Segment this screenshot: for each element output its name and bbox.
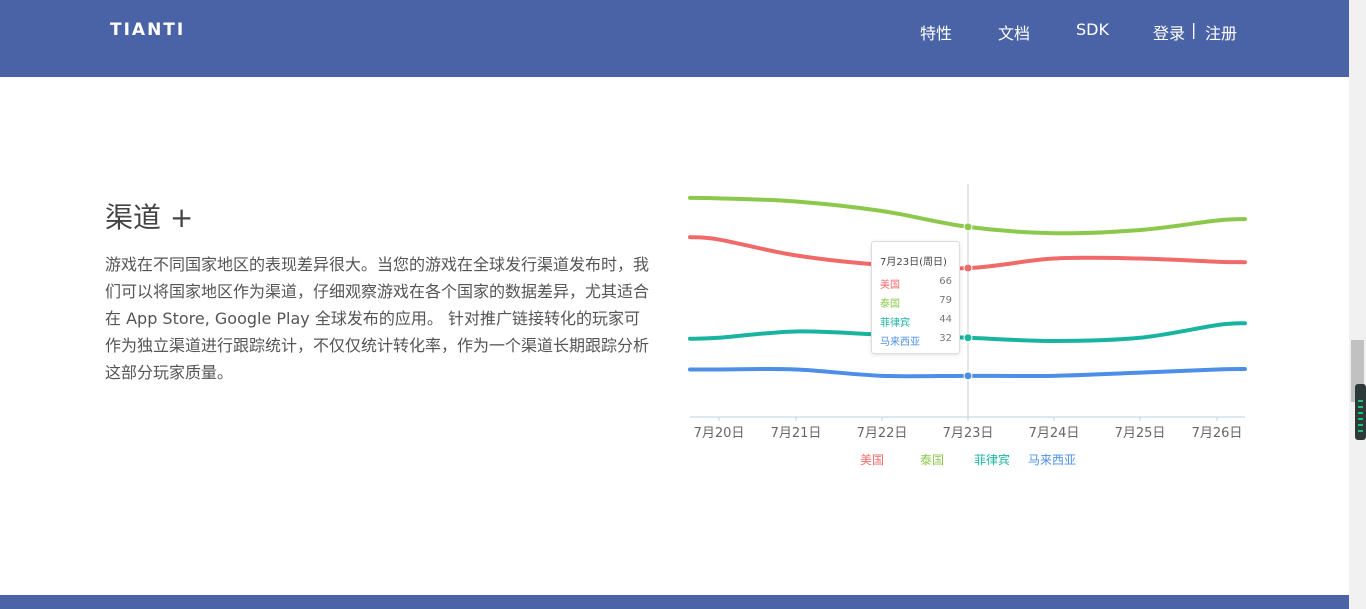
tooltip-series-value: 79: [939, 295, 952, 306]
site-logo[interactable]: TIANTI: [110, 20, 185, 40]
tooltip-series-value: 66: [939, 276, 952, 287]
section-description: 游戏在不同国家地区的表现差异很大。当您的游戏在全球发行渠道发布时，我们可以将国家…: [105, 255, 650, 382]
tooltip-title: 7月23日(周日): [880, 257, 947, 268]
x-tick-label: 7月24日: [1029, 426, 1080, 441]
x-tick-label: 7月23日: [943, 426, 994, 441]
series-hover-point: [963, 333, 973, 343]
nav-sdk[interactable]: SDK: [1076, 20, 1109, 39]
x-tick-label: 7月21日: [771, 426, 822, 441]
x-tick-label: 7月22日: [857, 426, 908, 441]
section-title: 渠道 +: [105, 201, 194, 234]
nav-docs[interactable]: 文档: [998, 20, 1030, 44]
tooltip-series-name: 美国: [880, 280, 900, 291]
tooltip-series-name: 泰国: [880, 299, 900, 310]
legend-item: 马来西亚: [1028, 453, 1076, 467]
x-tick-label: 7月20日: [694, 426, 745, 441]
series-hover-point: [963, 263, 973, 273]
x-tick-label: 7月25日: [1115, 426, 1166, 441]
nav-features[interactable]: 特性: [920, 20, 952, 44]
login-link[interactable]: 登录: [1153, 20, 1185, 44]
page-scrollbar[interactable]: [1349, 0, 1366, 609]
register-link[interactable]: 注册: [1205, 20, 1237, 44]
legend-item: 泰国: [920, 453, 944, 467]
tooltip-series-name: 菲律宾: [880, 318, 910, 329]
chart-tooltip: 7月23日(周日) 美国 66 泰国 79 菲律宾 44 马来西亚 32: [871, 241, 960, 354]
legend-item: 美国: [860, 453, 884, 467]
series-hover-point: [963, 371, 973, 381]
legend-item: 菲律宾: [974, 452, 1010, 467]
nav-divider: |: [1191, 20, 1197, 39]
side-monitor-widget[interactable]: [1355, 384, 1366, 440]
series-hover-point: [963, 222, 973, 232]
footer-bar: [0, 595, 1349, 609]
tooltip-series-name: 马来西亚: [880, 337, 920, 348]
x-tick-label: 7月26日: [1192, 426, 1243, 441]
tooltip-series-value: 44: [939, 314, 952, 325]
top-navigation-bar: TIANTI 特性 文档 SDK 登录 | 注册: [0, 0, 1349, 77]
channel-line-chart: 7月20日 7月21日 7月22日 7月23日 7月24日 7月25日 7月26日美国 泰国菲…: [688, 184, 1247, 467]
tooltip-series-value: 32: [939, 333, 952, 344]
